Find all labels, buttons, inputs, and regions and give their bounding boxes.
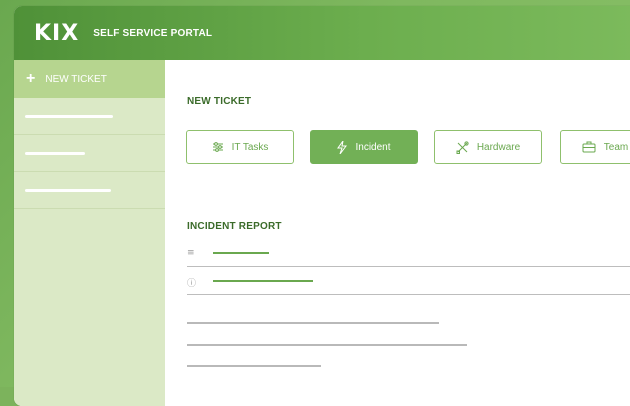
field-value-placeholder <box>213 280 313 282</box>
incident-report-title: INCIDENT REPORT <box>187 221 282 232</box>
header: KIX SELF SERVICE PORTAL <box>14 6 630 60</box>
tile-incident[interactable]: Incident <box>310 130 418 164</box>
text-placeholder-line <box>187 365 321 367</box>
text-placeholder-line <box>187 322 439 324</box>
sliders-icon <box>212 142 223 152</box>
new-ticket-title: NEW TICKET <box>187 96 252 107</box>
portal-title: SELF SERVICE PORTAL <box>93 27 213 39</box>
bolt-icon <box>337 140 348 154</box>
briefcase-icon <box>582 141 596 153</box>
field-value-placeholder <box>213 252 269 254</box>
tile-label: Team <box>603 141 629 153</box>
plus-icon: + <box>26 70 36 87</box>
sidebar-item-2[interactable] <box>14 135 165 172</box>
info-icon: ⓘ <box>187 279 197 289</box>
tile-label: Hardware <box>476 141 521 153</box>
tile-label: IT Tasks <box>231 141 269 153</box>
sidebar: + NEW TICKET <box>14 60 165 406</box>
sidebar-item-3[interactable] <box>14 172 165 209</box>
sidebar-item-1[interactable] <box>14 98 165 135</box>
sidebar-item-placeholder <box>25 189 111 192</box>
tile-hardware[interactable]: Hardware <box>434 130 542 164</box>
portal-window: KIX SELF SERVICE PORTAL + NEW TICKET NEW… <box>14 6 630 406</box>
sidebar-item-placeholder <box>25 115 113 118</box>
tile-label: Incident <box>355 141 391 153</box>
sidebar-item-placeholder <box>25 152 85 155</box>
kix-logo[interactable]: KIX <box>34 21 79 46</box>
text-placeholder-line <box>187 344 467 346</box>
sidebar-new-ticket-label: NEW TICKET <box>45 73 107 85</box>
database-icon: ≡ <box>187 248 195 258</box>
report-field-2[interactable]: ⓘ <box>187 272 630 295</box>
main-content: NEW TICKET IT Tasks Incident Hardware Te… <box>165 60 630 406</box>
tile-it-tasks[interactable]: IT Tasks <box>186 130 294 164</box>
tile-team[interactable]: Team <box>560 130 630 164</box>
sidebar-new-ticket[interactable]: + NEW TICKET <box>14 60 165 98</box>
tools-icon <box>456 140 469 154</box>
report-field-1[interactable]: ≡ <box>187 244 630 267</box>
